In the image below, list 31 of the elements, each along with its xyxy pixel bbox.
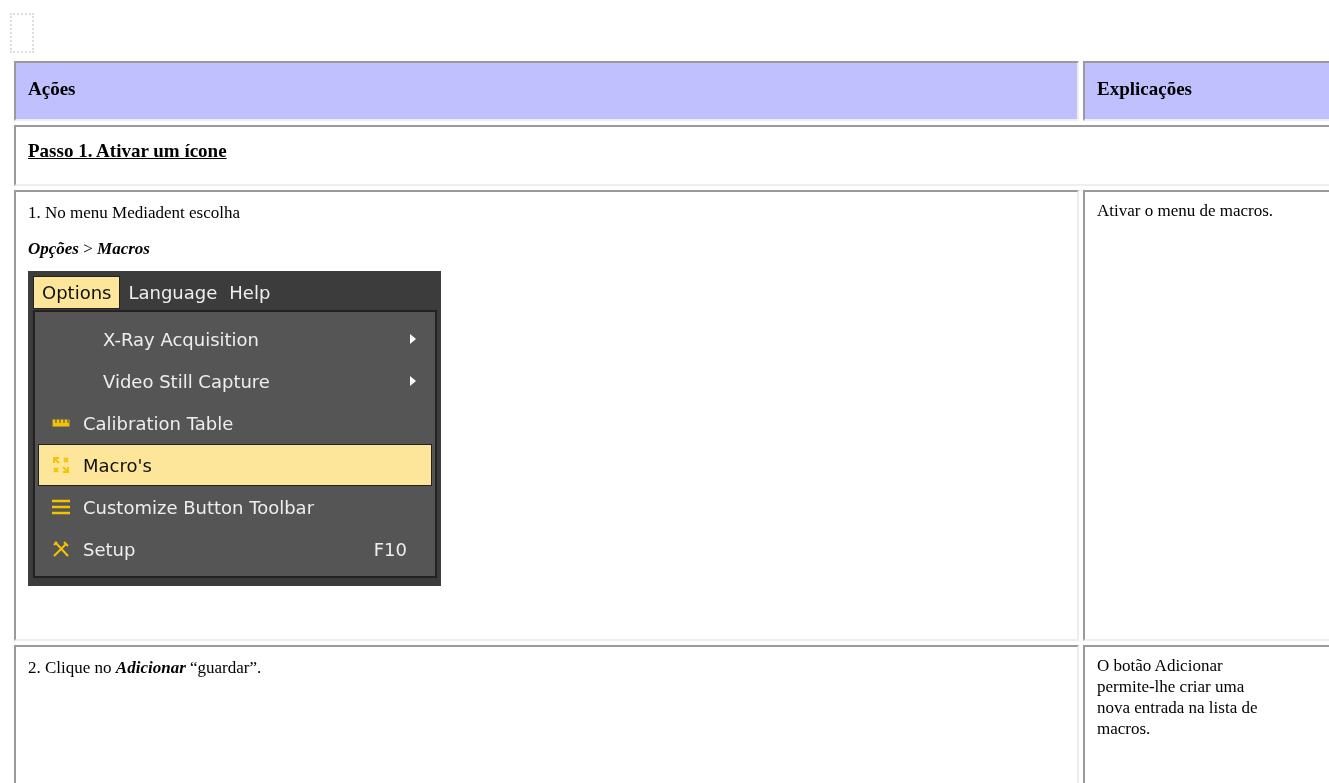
menubar-item[interactable]: Options <box>33 276 121 309</box>
menu-item-label: Customize Button Toolbar <box>83 495 315 520</box>
menu-item-label: Calibration Table <box>83 411 234 436</box>
menu-item[interactable]: Video Still Capture <box>38 360 432 402</box>
ruler-icon <box>51 418 71 428</box>
menu-item-label: Macro's <box>83 453 152 478</box>
menu-item[interactable]: X-Ray Acquisition <box>38 318 432 360</box>
menu-item[interactable]: Setup F10 <box>38 528 432 570</box>
action-text: 2. Clique no Adicionar “guardar”. <box>28 657 263 679</box>
menu-item-label: Setup <box>83 537 136 562</box>
menu-item-label: X-Ray Acquisition <box>102 327 260 352</box>
column-header: Explicações <box>1083 61 1329 121</box>
menubar-item[interactable]: Language <box>124 277 222 308</box>
column-header: Ações <box>14 61 1079 121</box>
menu-icon <box>51 499 71 515</box>
image-placeholder <box>10 13 34 53</box>
menubar-item[interactable]: Help <box>225 277 275 308</box>
menu-item-label: Video Still Capture <box>102 369 270 394</box>
tools-icon <box>51 539 71 559</box>
menu-item[interactable]: Macro's <box>38 444 432 486</box>
explanation-text: O botão Adicionar permite-lhe criar uma nova entrada na lista de macros. <box>1097 655 1259 739</box>
menu-item[interactable]: Calibration Table <box>38 402 432 444</box>
submenu-arrow-icon <box>409 375 417 387</box>
action-text: 1. No menu Mediadent escolha <box>28 202 241 224</box>
action-text: Opções > Macros <box>28 237 151 260</box>
arrows-icon <box>51 455 71 475</box>
menu-item[interactable]: Customize Button Toolbar <box>38 486 432 528</box>
submenu-arrow-icon <box>409 333 417 345</box>
shortcut-text: F10 <box>373 537 407 562</box>
section-title: Passo 1. Ativar um ícone <box>28 140 227 161</box>
explanation-text: Ativar o menu de macros. <box>1097 200 1275 221</box>
